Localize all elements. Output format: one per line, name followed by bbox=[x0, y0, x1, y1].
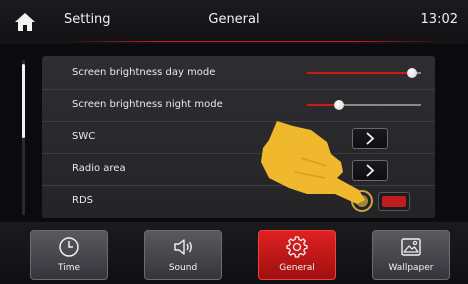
nav-general-button[interactable]: General bbox=[258, 230, 336, 280]
setting-label: RDS bbox=[72, 195, 93, 206]
setting-row-day-brightness: Screen brightness day mode bbox=[42, 58, 435, 90]
day-brightness-slider[interactable] bbox=[307, 68, 421, 78]
nav-label: General bbox=[279, 263, 315, 273]
setting-label: SWC bbox=[72, 131, 96, 142]
header-bar: Setting General 13:02 bbox=[0, 0, 468, 44]
slider-knob[interactable] bbox=[406, 68, 417, 78]
scrollbar-thumb[interactable] bbox=[22, 64, 25, 138]
nav-label: Time bbox=[57, 263, 81, 273]
pointing-hand-icon bbox=[261, 121, 373, 212]
picture-icon bbox=[401, 238, 421, 256]
header-divider bbox=[62, 41, 448, 42]
nav-wallpaper-button[interactable]: Wallpaper bbox=[372, 230, 450, 280]
gear-icon bbox=[286, 236, 308, 258]
speaker-icon bbox=[174, 239, 192, 255]
night-brightness-slider[interactable] bbox=[307, 100, 421, 110]
page-title: General bbox=[208, 12, 260, 27]
nav-label: Wallpaper bbox=[388, 263, 434, 273]
nav-sound-button[interactable]: Sound bbox=[144, 230, 222, 280]
slider-knob[interactable] bbox=[333, 100, 344, 110]
setting-label: Screen brightness day mode bbox=[72, 67, 216, 78]
clock: 13:02 bbox=[420, 12, 458, 27]
clock-icon bbox=[59, 237, 79, 257]
setting-label: Radio area bbox=[72, 163, 126, 174]
nav-label: Sound bbox=[168, 263, 198, 273]
setting-label: Screen brightness night mode bbox=[72, 99, 223, 110]
nav-time-button[interactable]: Time bbox=[30, 230, 108, 280]
slider-fill bbox=[307, 72, 412, 74]
toggle-on-indicator bbox=[382, 196, 406, 207]
